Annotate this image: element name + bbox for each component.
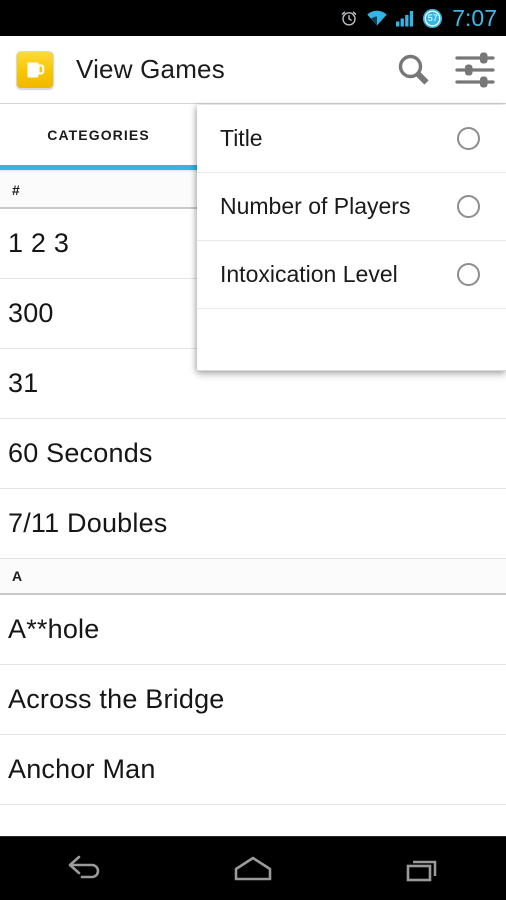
status-bar: 57 7:07 [0, 0, 506, 36]
radio-button[interactable] [457, 127, 480, 150]
beer-mug-icon[interactable] [16, 50, 54, 89]
battery-icon: 57 [422, 8, 443, 29]
list-item[interactable]: 7/11 Doubles [0, 489, 506, 559]
alarm-clock-icon [339, 8, 359, 28]
status-bar-clock: 7:07 [452, 4, 497, 31]
sort-option-intoxication-level[interactable]: Intoxication Level [197, 241, 506, 309]
back-button[interactable] [29, 837, 139, 900]
navigation-bar [0, 836, 506, 900]
sort-option-title[interactable]: Title [197, 105, 506, 173]
sort-dropdown-filler [197, 309, 506, 371]
android-screen: 57 7:07 View Games CATEGORIES # 1 2 3 30… [0, 0, 506, 900]
sort-option-label: Number of Players [220, 193, 411, 219]
radio-button[interactable] [457, 263, 480, 286]
list-section-header: A [0, 559, 506, 595]
list-item[interactable]: Anchor Man [0, 735, 506, 805]
tab-categories-label: CATEGORIES [47, 126, 150, 143]
list-item[interactable]: Across the Bridge [0, 665, 506, 735]
signal-bars-icon [395, 9, 415, 27]
sort-option-number-of-players[interactable]: Number of Players [197, 173, 506, 241]
sort-option-label: Title [220, 125, 263, 151]
sort-dropdown-menu[interactable]: Title Number of Players Intoxication Lev… [197, 105, 506, 371]
wifi-icon [366, 9, 388, 27]
tab-categories[interactable]: CATEGORIES [0, 105, 197, 170]
home-button[interactable] [198, 837, 308, 900]
sort-settings-icon[interactable] [444, 39, 506, 101]
list-item[interactable]: A**hole [0, 595, 506, 665]
battery-level-text: 57 [427, 13, 438, 23]
radio-button[interactable] [457, 195, 480, 218]
recents-button[interactable] [367, 837, 477, 900]
sort-option-label: Intoxication Level [220, 261, 398, 287]
search-icon[interactable] [382, 39, 444, 101]
action-bar: View Games [0, 36, 506, 104]
page-title: View Games [76, 54, 225, 84]
list-item[interactable] [0, 805, 506, 835]
list-item[interactable]: 60 Seconds [0, 419, 506, 489]
